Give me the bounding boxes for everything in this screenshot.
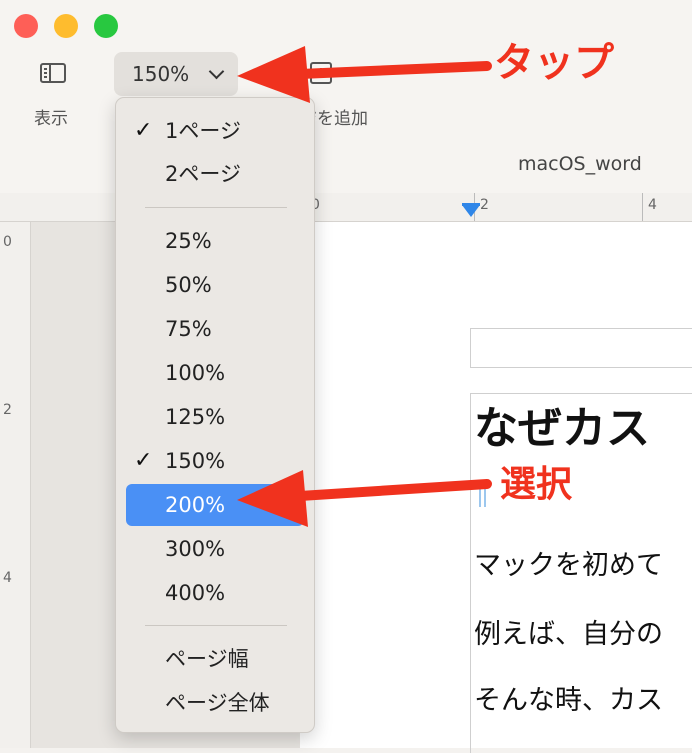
tap-arrow-icon (237, 46, 492, 103)
select-arrow-icon (237, 470, 492, 527)
annotation-arrows (237, 46, 492, 527)
select-annotation: 選択 (500, 464, 573, 505)
tap-annotation: タップ (494, 40, 614, 86)
